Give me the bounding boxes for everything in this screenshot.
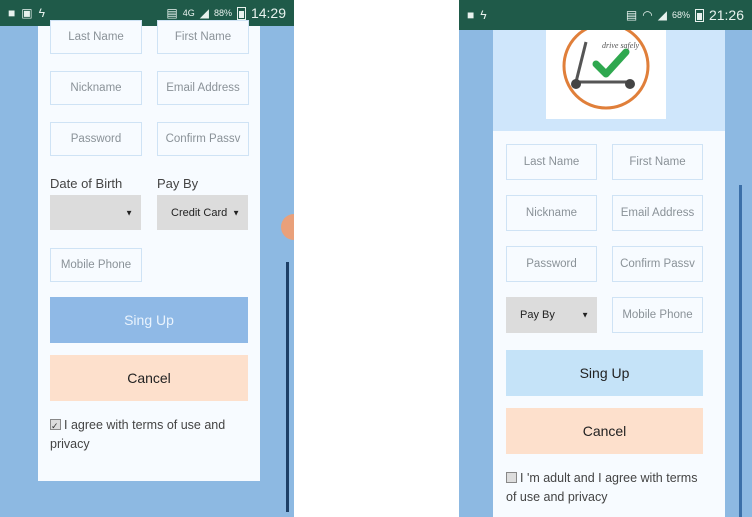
cancel-button[interactable]: Cancel (50, 355, 248, 401)
sign-up-button[interactable]: Sing Up (50, 297, 248, 343)
charging-icon: ϟ (38, 6, 45, 20)
app-logo: drive safely (546, 30, 666, 119)
wifi-icon: ◠ (642, 8, 653, 22)
password-input[interactable]: Password (50, 122, 142, 156)
date-of-birth-label: Date of Birth (50, 176, 123, 191)
battery-icon (236, 6, 246, 20)
vibrate-icon: ▤ (166, 6, 178, 20)
chevron-down-icon: ▼ (125, 208, 133, 217)
battery-percent: 68% (671, 10, 690, 20)
cancel-button[interactable]: Cancel (506, 408, 703, 454)
signal-icon: ◢ (199, 6, 209, 20)
terms-checkbox-row: I agree with terms of use and privacy (50, 416, 250, 454)
logo-tagline: drive safely (602, 41, 640, 50)
scroll-indicator (281, 214, 294, 240)
terms-label: I agree with terms of use and privacy (50, 418, 226, 451)
terms-checkbox-row: I 'm adult and I agree with terms of use… (506, 469, 711, 507)
signal-icon: ◢ (657, 8, 667, 22)
status-bar: ■ ▣ ϟ ▤ 4G ◢ 88% 14:29 (0, 0, 294, 26)
mobile-phone-input[interactable]: Mobile Phone (50, 248, 142, 282)
confirm-password-input[interactable]: Confirm Passv (157, 122, 249, 156)
first-name-input[interactable]: First Name (157, 20, 249, 54)
pay-by-value: Pay By (520, 309, 555, 321)
clock: 14:29 (250, 5, 286, 21)
confirm-password-input[interactable]: Confirm Passv (612, 246, 703, 282)
pay-by-label: Pay By (157, 176, 199, 191)
notification-icon: ■ (8, 6, 16, 20)
first-name-input[interactable]: First Name (612, 144, 703, 180)
network-type: 4G (182, 8, 195, 18)
battery-icon (694, 8, 704, 22)
vibrate-icon: ▤ (625, 8, 638, 22)
email-input[interactable]: Email Address (612, 195, 703, 231)
clock: 21:26 (708, 7, 744, 23)
mobile-phone-input[interactable]: Mobile Phone (612, 297, 703, 333)
scrollbar[interactable] (739, 185, 742, 517)
email-input[interactable]: Email Address (157, 71, 249, 105)
last-name-input[interactable]: Last Name (506, 144, 597, 180)
charging-icon: ϟ (480, 8, 487, 22)
chevron-down-icon: ▼ (581, 310, 589, 320)
terms-checkbox[interactable] (506, 472, 517, 483)
sign-up-button[interactable]: Sing Up (506, 350, 703, 396)
nickname-input[interactable]: Nickname (50, 71, 142, 105)
last-name-input[interactable]: Last Name (50, 20, 142, 54)
right-phone-screen: ■ ϟ ▤ ◠ ◢ 68% 21:26 drive safely Last Na… (459, 0, 752, 517)
password-input[interactable]: Password (506, 246, 597, 282)
terms-label: I 'm adult and I agree with terms of use… (506, 471, 698, 504)
chevron-down-icon: ▼ (232, 208, 240, 217)
scrollbar[interactable] (286, 262, 289, 512)
gallery-icon: ▣ (21, 6, 33, 20)
pay-by-select[interactable]: Pay By ▼ (506, 297, 597, 333)
notification-icon: ■ (467, 8, 475, 22)
date-of-birth-select[interactable]: ▼ (50, 195, 141, 230)
battery-percent: 88% (213, 8, 232, 18)
nickname-input[interactable]: Nickname (506, 195, 597, 231)
left-phone-screen: ■ ▣ ϟ ▤ 4G ◢ 88% 14:29 Last Name First N… (0, 0, 294, 517)
status-bar: ■ ϟ ▤ ◠ ◢ 68% 21:26 (459, 0, 752, 30)
terms-checkbox[interactable] (50, 417, 61, 436)
pay-by-value: Credit Card (171, 206, 228, 219)
pay-by-select[interactable]: Credit Card ▼ (157, 195, 248, 230)
scooter-logo-icon: drive safely (562, 30, 650, 110)
